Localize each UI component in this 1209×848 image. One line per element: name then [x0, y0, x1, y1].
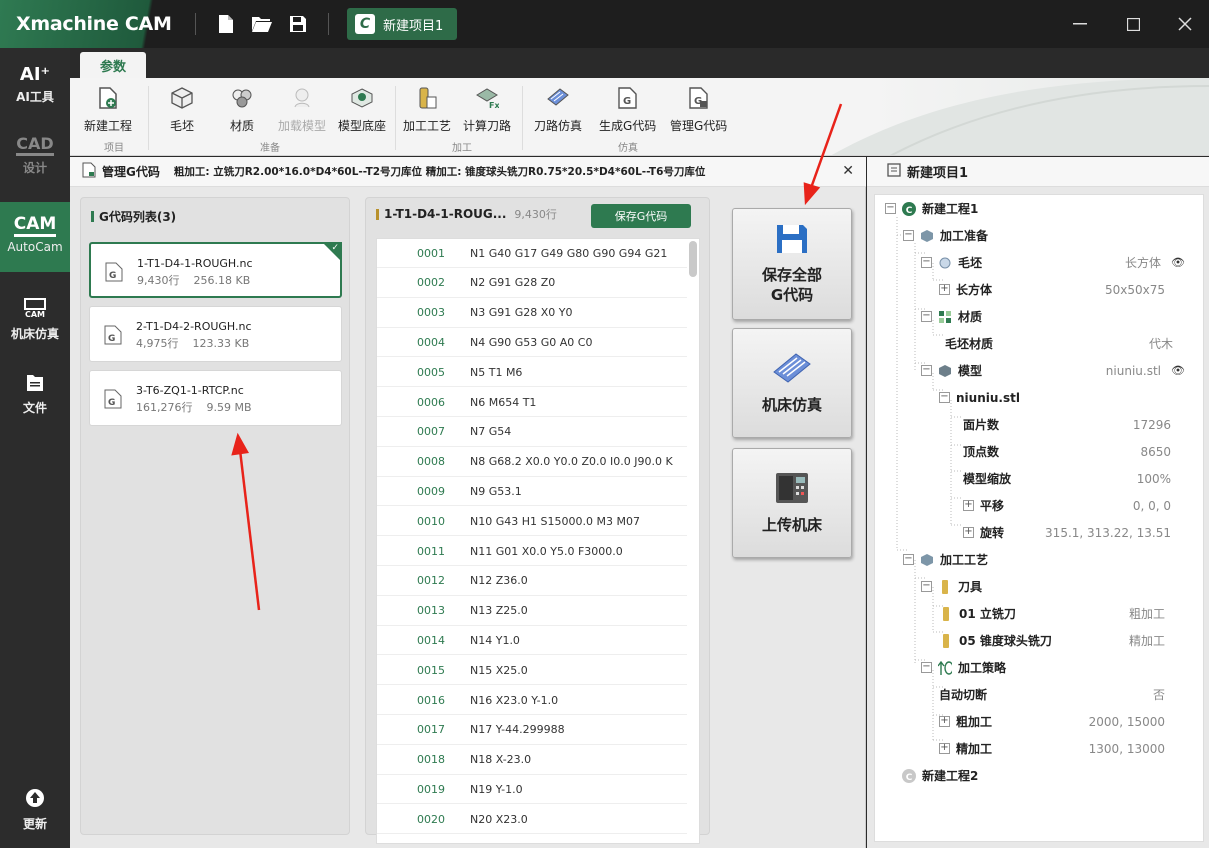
annotation-arrows — [231, 103, 843, 611]
